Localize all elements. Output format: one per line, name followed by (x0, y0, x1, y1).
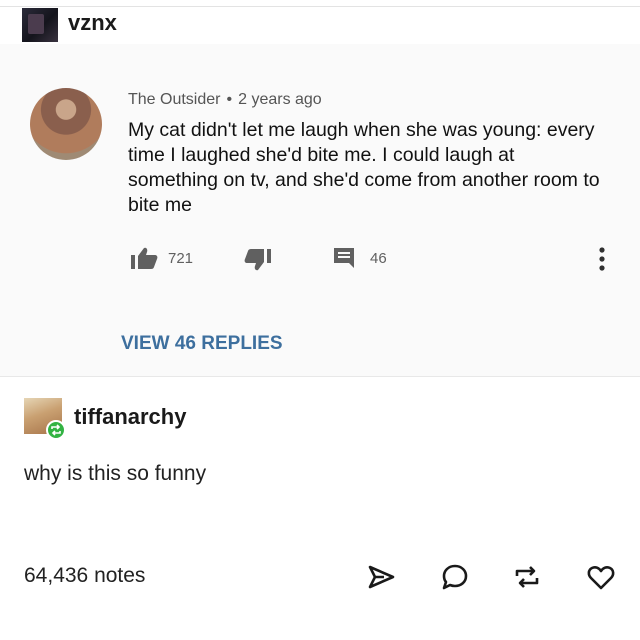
header-username[interactable]: vznx (68, 10, 117, 36)
meta-separator: • (226, 91, 233, 108)
thumbs-down-icon (244, 249, 271, 271)
comment-meta: The Outsider • 2 years ago (128, 91, 322, 109)
notes-count[interactable]: 64,436 notes (24, 564, 145, 588)
view-replies-link[interactable]: VIEW 46 REPLIES (121, 333, 283, 355)
top-divider (0, 6, 640, 7)
reply-button[interactable]: 46 (332, 246, 387, 270)
reblog-badge (46, 420, 66, 440)
heart-icon[interactable] (586, 562, 616, 592)
reblog-icon[interactable] (512, 562, 542, 592)
kebab-menu-icon (599, 247, 605, 271)
reblog-username[interactable]: tiffanarchy (74, 404, 186, 430)
comment-author[interactable]: The Outsider (128, 91, 220, 108)
like-count: 721 (168, 249, 194, 267)
comment-icon[interactable] (440, 562, 470, 592)
section-divider (0, 376, 640, 377)
more-options-button[interactable] (598, 246, 606, 272)
reply-count: 46 (370, 249, 387, 267)
message-icon (334, 248, 354, 268)
comment-text: My cat didn't let me laugh when she was … (128, 119, 600, 216)
thumbs-up-icon (131, 247, 158, 269)
like-button[interactable]: 721 (130, 246, 193, 270)
comment-time: 2 years ago (238, 91, 322, 108)
reblog-text: why is this so funny (24, 462, 207, 485)
comment-author-avatar[interactable] (30, 88, 102, 160)
share-icon[interactable] (366, 562, 396, 592)
header-avatar[interactable] (22, 8, 58, 42)
reblog-badge-icon (51, 424, 61, 436)
dislike-button[interactable] (244, 248, 272, 272)
